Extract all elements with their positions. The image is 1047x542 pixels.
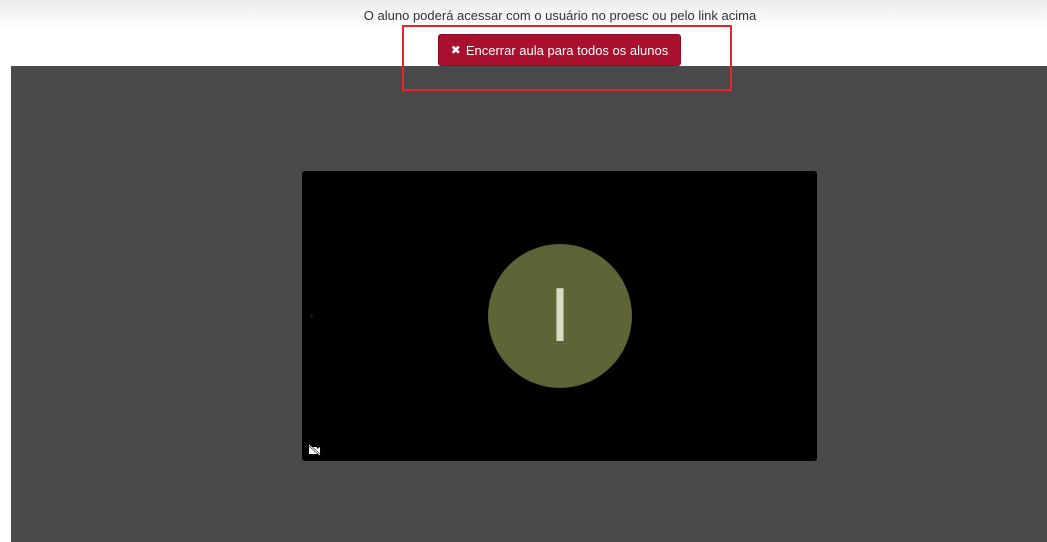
participant-video-tile[interactable]: I bbox=[302, 171, 817, 461]
close-icon: ✖ bbox=[450, 43, 461, 57]
participant-avatar: I bbox=[488, 244, 632, 388]
tile-indicator-dot bbox=[310, 314, 313, 317]
access-info-text: O aluno poderá acessar com o usuário no … bbox=[363, 8, 757, 23]
end-class-button-label: Encerrar aula para todos os alunos bbox=[465, 42, 669, 58]
camera-off-icon bbox=[308, 444, 321, 456]
page: O aluno poderá acessar com o usuário no … bbox=[0, 0, 1047, 542]
end-class-button[interactable]: ✖ Encerrar aula para todos os alunos bbox=[438, 34, 681, 66]
participant-initial: I bbox=[549, 274, 571, 358]
